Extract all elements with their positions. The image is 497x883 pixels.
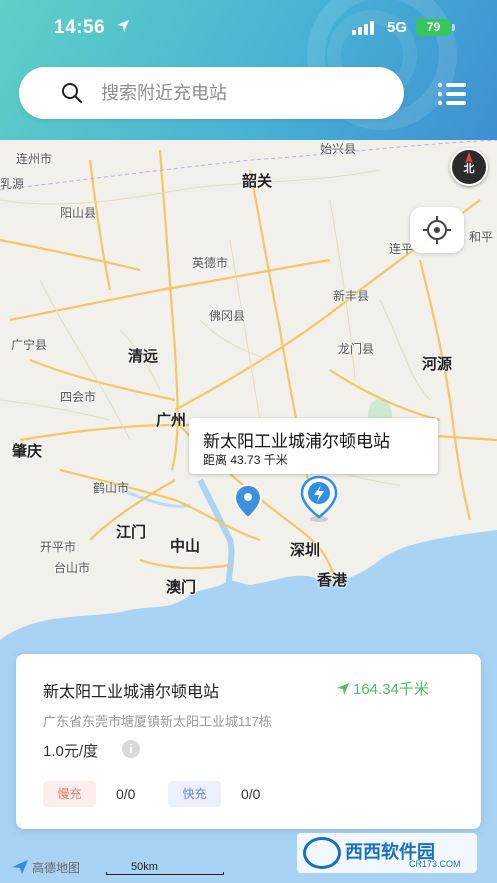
- amap-logo-icon: [12, 860, 28, 874]
- map-label: 英德市: [192, 256, 229, 270]
- station-callout[interactable]: 新太阳工业城浦尔顿电站 距离 43.73 千米: [189, 418, 438, 474]
- search-icon: [62, 83, 83, 104]
- callout-distance: 距离 43.73 千米: [203, 453, 288, 467]
- search-input[interactable]: [101, 79, 381, 107]
- station-distance-value: 164.34千米: [353, 681, 429, 698]
- map-label: 始兴县: [320, 142, 357, 156]
- navigation-arrow-icon: [337, 683, 349, 695]
- map-label: 香港: [317, 572, 348, 589]
- callout-station-name: 新太阳工业城浦尔顿电站: [203, 432, 390, 451]
- map-label: 和平: [469, 230, 494, 244]
- amap-brand: 高德地图: [32, 861, 81, 875]
- map-scale: 50km: [106, 861, 224, 875]
- station-distance[interactable]: 164.34千米: [336, 678, 429, 699]
- status-bar: 14:56 5G 79: [0, 0, 497, 56]
- station-name: 新太阳工业城浦尔顿电站: [43, 684, 220, 701]
- station-price: 1.0元/度: [43, 743, 99, 760]
- watermark-logo: [303, 837, 341, 869]
- watermark: 西西软件园 CR173.COM: [297, 833, 477, 873]
- locate-button[interactable]: [410, 207, 464, 253]
- crosshair-icon: [423, 216, 451, 244]
- map-label: 中山: [170, 538, 201, 555]
- compass-icon[interactable]: 北: [450, 148, 488, 186]
- map-label: 四会市: [60, 390, 97, 404]
- map-label: 韶关: [242, 173, 273, 190]
- map-label: 阳山县: [60, 206, 97, 220]
- map-label: 江门: [116, 524, 147, 541]
- map-label: 广州: [156, 412, 187, 429]
- map-label: 龙门县: [338, 342, 375, 356]
- signal-icon: [352, 21, 378, 35]
- network-type: 5G: [387, 19, 408, 36]
- map-label: 佛冈县: [209, 309, 246, 323]
- amap-logo: 高德地图: [11, 859, 80, 876]
- station-address: 广东省东莞市塘厦镇新太阳工业城117栋: [43, 714, 272, 729]
- watermark-subtext: CR173.COM: [409, 859, 461, 869]
- map-label: 河源: [422, 356, 453, 373]
- current-location-marker-icon[interactable]: [234, 484, 262, 520]
- map-label: 鹤山市: [93, 481, 130, 495]
- map-label: 新丰县: [333, 289, 370, 303]
- map-label: 清远: [128, 348, 159, 365]
- map-label: 开平市: [40, 540, 77, 554]
- battery-icon: 79: [416, 19, 451, 36]
- status-time: 14:56: [54, 17, 106, 38]
- location-arrow-icon: [117, 20, 129, 32]
- battery-tip: [452, 24, 455, 31]
- station-info-card[interactable]: 新太阳工业城浦尔顿电站 164.34千米 广东省东莞市塘厦镇新太阳工业城117栋…: [16, 654, 481, 829]
- map-label: 澳门: [166, 579, 197, 596]
- compass-label: 北: [463, 163, 475, 175]
- slow-charge-badge: 慢充: [43, 781, 96, 807]
- slow-charge-count: 0/0: [116, 786, 136, 802]
- fast-charge-count: 0/0: [241, 786, 261, 802]
- map-label: 乳源: [0, 177, 25, 191]
- charging-station-marker-icon[interactable]: [299, 475, 339, 523]
- map-label: 广宁县: [11, 338, 48, 352]
- map-label: 台山市: [54, 561, 91, 575]
- list-menu-icon[interactable]: [432, 78, 470, 110]
- map-label: 肇庆: [12, 443, 43, 460]
- info-icon[interactable]: i: [122, 740, 140, 758]
- search-bar[interactable]: [19, 67, 404, 119]
- fast-charge-badge: 快充: [168, 781, 221, 807]
- scale-bar: [106, 872, 224, 875]
- battery-level: 79: [426, 20, 441, 34]
- map-label: 连州市: [16, 152, 53, 166]
- map-label: 深圳: [290, 542, 321, 559]
